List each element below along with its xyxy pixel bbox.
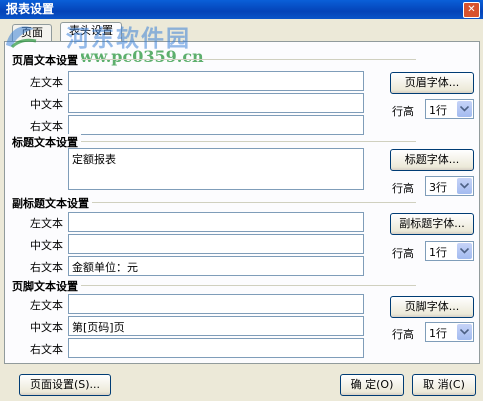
footer-right-label: 右文本 [30, 343, 63, 356]
footer-left-input[interactable] [68, 294, 364, 314]
footer-row-height-value: 1行 [429, 327, 447, 340]
footer-font-button[interactable]: 页脚字体... [390, 296, 474, 318]
footer-center-label: 中文本 [30, 321, 63, 334]
chevron-down-icon[interactable] [457, 243, 472, 259]
header-left-label: 左文本 [30, 76, 63, 89]
header-left-input[interactable] [68, 71, 364, 91]
header-row-height-label: 行高 [392, 105, 414, 118]
ok-button[interactable]: 确 定(O) [340, 374, 404, 396]
chevron-down-icon[interactable] [457, 324, 472, 340]
cancel-button[interactable]: 取 消(C) [412, 374, 476, 396]
report-settings-dialog: 报表设置 ✕ 页面 表头设置 河东软件园 www.pc0359.cn 页眉文本设… [0, 0, 483, 401]
header-right-label: 右文本 [30, 120, 63, 133]
title-row-height-value: 3行 [429, 181, 447, 194]
subtitle-center-label: 中文本 [30, 239, 63, 252]
header-font-button[interactable]: 页眉字体... [390, 72, 474, 94]
footer-row-height-select[interactable]: 1行 [425, 322, 474, 342]
subtitle-section-title: 副标题文本设置 [12, 195, 92, 211]
subtitle-center-input[interactable] [68, 234, 364, 254]
close-button[interactable]: ✕ [463, 2, 480, 18]
subtitle-row-height-select[interactable]: 1行 [425, 241, 474, 261]
subtitle-left-label: 左文本 [30, 217, 63, 230]
title-text-area[interactable]: 定额报表 [68, 148, 364, 190]
header-center-label: 中文本 [30, 98, 63, 111]
page-setup-button[interactable]: 页面设置(S)... [19, 374, 111, 396]
header-right-input[interactable] [68, 115, 364, 135]
subtitle-left-input[interactable] [68, 212, 364, 232]
watermark-url: www.pc0359.cn [66, 47, 204, 66]
footer-center-input[interactable]: 第[页码]页 [68, 316, 364, 336]
watermark-logo-icon [6, 26, 37, 49]
title-row-height-select[interactable]: 3行 [425, 176, 474, 196]
footer-section-title: 页脚文本设置 [12, 278, 81, 294]
header-center-input[interactable] [68, 93, 364, 113]
header-section-title: 页眉文本设置 [12, 52, 81, 68]
header-row-height-select[interactable]: 1行 [425, 99, 474, 119]
title-bar: 报表设置 ✕ [0, 0, 483, 19]
title-font-button[interactable]: 标题字体... [390, 149, 474, 171]
header-row-height-value: 1行 [429, 104, 447, 117]
subtitle-row-height-value: 1行 [429, 246, 447, 259]
footer-right-input[interactable] [68, 338, 364, 358]
footer-row-height-label: 行高 [392, 328, 414, 341]
footer-left-label: 左文本 [30, 299, 63, 312]
subtitle-font-button[interactable]: 副标题字体... [390, 213, 474, 235]
subtitle-right-label: 右文本 [30, 261, 63, 274]
subtitle-right-input[interactable]: 金额单位：元 [68, 256, 364, 276]
chevron-down-icon[interactable] [457, 178, 472, 194]
subtitle-row-height-label: 行高 [392, 247, 414, 260]
title-row-height-label: 行高 [392, 182, 414, 195]
chevron-down-icon[interactable] [457, 101, 472, 117]
window-title: 报表设置 [6, 2, 55, 16]
